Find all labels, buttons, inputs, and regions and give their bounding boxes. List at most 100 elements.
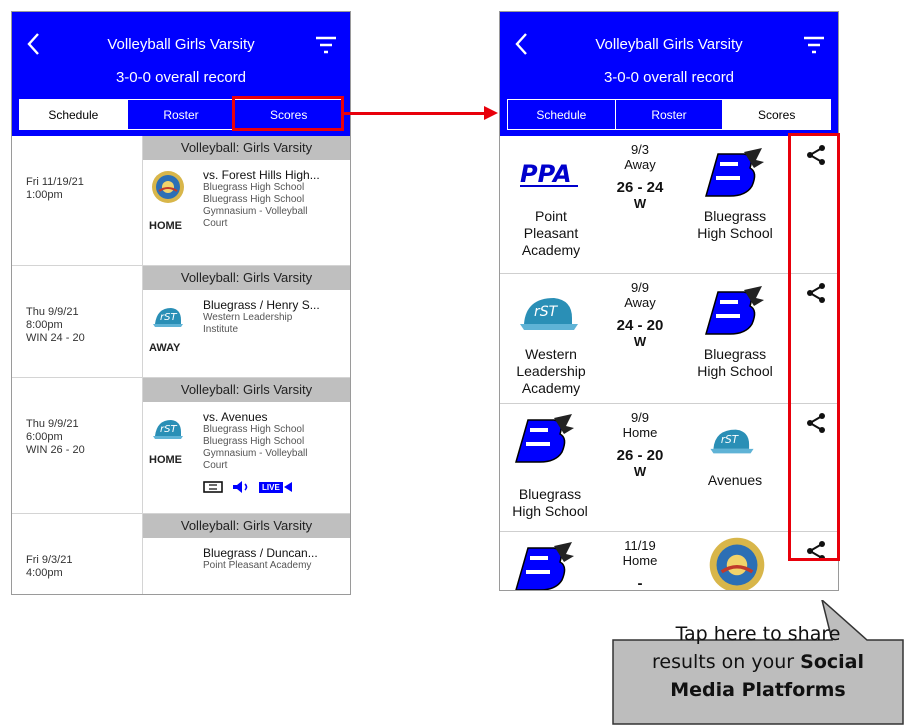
game-info: vs. Forest Hills High... Bluegrass High … — [203, 168, 344, 230]
game-info: Bluegrass / Duncan... Point Pleasant Aca… — [203, 546, 344, 572]
location-line: Bluegrass High School — [203, 182, 305, 193]
rst-cap-logo: rST — [153, 420, 183, 439]
callout-text: Tap here to share results on your Social… — [612, 620, 904, 704]
tab-schedule[interactable]: Schedule — [508, 100, 616, 129]
game-datetime: Fri 11/19/21 1:00pm — [26, 176, 84, 201]
game-outcome: W — [633, 464, 647, 479]
schedule-item[interactable]: Thu 9/9/21 6:00pm WIN 26 - 20 Volleyball… — [12, 378, 350, 514]
game-result: 9/9 Home 26 - 20 W — [600, 410, 680, 479]
location-line: Bluegrass High School — [203, 436, 305, 447]
game-result: 11/19 Home - — [600, 538, 680, 591]
live-badge: LIVE — [259, 481, 283, 493]
game-date: 9/9 — [630, 410, 650, 425]
game-detail: Volleyball: Girls Varsity rST HOME vs. A… — [142, 378, 350, 513]
filter-icon[interactable] — [314, 34, 338, 56]
svg-text:PPA: PPA — [520, 160, 572, 188]
game-detail: Volleyball: Girls Varsity Bluegrass / Du… — [142, 514, 350, 594]
game-venue: Home — [622, 425, 658, 440]
away-team-name: Bluegrass High School — [697, 346, 773, 379]
game-detail: Volleyball: Girls Varsity HOME vs. Fores… — [142, 136, 350, 265]
home-team-name: Point Pleasant Academy — [521, 208, 581, 258]
bluegrass-b-logo — [705, 148, 764, 197]
game-venue: Away — [624, 295, 656, 310]
sport-band: Volleyball: Girls Varsity — [143, 514, 350, 538]
game-info: Bluegrass / Henry S... Western Leadershi… — [203, 298, 344, 336]
ppa-logo: PPA — [520, 160, 578, 188]
tab-scores[interactable]: Scores — [723, 100, 831, 129]
team-title: Volleyball Girls Varsity — [107, 36, 255, 53]
arrow-line — [344, 112, 484, 115]
overall-record: 3-0-0 overall record — [603, 69, 735, 86]
away-team-name: Bluegrass High School — [697, 208, 773, 241]
game-outcome: W — [633, 334, 647, 349]
rst-cap-logo: rST — [710, 429, 754, 454]
share-buttons-highlight — [788, 133, 840, 561]
tab-roster[interactable]: Roster — [127, 100, 236, 129]
forest-hills-seal-logo — [152, 171, 184, 203]
opponent-name: Bluegrass / Duncan... — [203, 546, 318, 560]
opponent-name: Bluegrass / Henry S... — [203, 298, 320, 312]
home-away-label: AWAY — [149, 342, 181, 354]
scores-tab-highlight — [232, 96, 344, 131]
game-info: vs. Avenues Bluegrass High School Bluegr… — [203, 410, 344, 472]
sport-band: Volleyball: Girls Varsity — [143, 378, 350, 402]
game-datetime: Fri 9/3/21 4:00pm — [26, 554, 73, 579]
location-line: Gymnasium - Volleyball — [203, 448, 308, 459]
svg-text:rST: rST — [721, 434, 740, 446]
callout-line: Tap here to share — [675, 623, 841, 645]
home-away-label: HOME — [149, 220, 182, 232]
game-score: - — [637, 575, 643, 591]
tab-roster[interactable]: Roster — [615, 100, 724, 129]
team-title: Volleyball Girls Varsity — [595, 36, 743, 53]
location-line: Western Leadership — [203, 312, 293, 323]
schedule-list[interactable]: Fri 11/19/21 1:00pm Volleyball: Girls Va… — [12, 136, 350, 594]
home-team-name: Western Leadership Academy — [516, 346, 586, 396]
forest-hills-seal-logo — [709, 537, 765, 590]
rst-cap-logo: rST — [520, 298, 578, 330]
location-line: Bluegrass High School — [203, 194, 305, 205]
schedule-item[interactable]: Thu 9/9/21 8:00pm WIN 24 - 20 Volleyball… — [12, 266, 350, 378]
location-line: Gymnasium - Volleyball — [203, 206, 308, 217]
home-team-name: Bluegrass High School — [512, 486, 588, 519]
svg-text:rST: rST — [160, 312, 177, 323]
bluegrass-b-logo — [705, 286, 764, 335]
sport-band: Volleyball: Girls Varsity — [143, 266, 350, 290]
game-score: 26 - 24 — [616, 179, 664, 196]
sport-band: Volleyball: Girls Varsity — [143, 136, 350, 160]
game-venue: Away — [624, 157, 656, 172]
svg-text:rST: rST — [160, 424, 177, 435]
tab-schedule[interactable]: Schedule — [20, 100, 128, 129]
bluegrass-b-logo — [515, 542, 574, 590]
game-detail: Volleyball: Girls Varsity rST AWAY Blueg… — [142, 266, 350, 377]
game-score: 24 - 20 — [616, 317, 664, 334]
ticket-icon[interactable] — [203, 480, 223, 494]
audio-icon[interactable] — [231, 480, 251, 494]
game-result: 9/3 Away 26 - 24 W — [600, 142, 680, 211]
filter-icon[interactable] — [802, 34, 826, 56]
overall-record: 3-0-0 overall record — [115, 69, 247, 86]
game-venue: Home — [622, 553, 658, 568]
location-line: Bluegrass High School — [203, 424, 305, 435]
schedule-item[interactable]: Fri 9/3/21 4:00pm Volleyball: Girls Vars… — [12, 514, 350, 594]
away-team-name: Avenues — [707, 472, 763, 488]
game-datetime: Thu 9/9/21 6:00pm WIN 26 - 20 — [26, 418, 85, 456]
game-outcome: W — [633, 196, 647, 211]
opponent-name: vs. Forest Hills High... — [203, 168, 320, 182]
location-line: Point Pleasant Academy — [203, 560, 312, 571]
tutorial-stage: Volleyball Girls Varsity 3-0-0 overall r… — [0, 0, 904, 725]
arrow-head-icon — [484, 106, 498, 120]
rst-cap-logo: rST — [153, 308, 183, 327]
home-away-label: HOME — [149, 454, 182, 466]
media-links: LIVE — [203, 480, 292, 494]
game-score: 26 - 20 — [616, 447, 664, 464]
bluegrass-b-logo — [515, 414, 574, 463]
schedule-item[interactable]: Fri 11/19/21 1:00pm Volleyball: Girls Va… — [12, 136, 350, 266]
game-datetime: Thu 9/9/21 8:00pm WIN 24 - 20 — [26, 306, 85, 344]
callout-line: Media Platforms — [670, 679, 846, 701]
game-date: 9/3 — [630, 142, 650, 157]
game-result: 9/9 Away 24 - 20 W — [600, 280, 680, 349]
tab-bar: Schedule Roster Scores — [507, 99, 831, 130]
svg-text:rST: rST — [534, 304, 559, 320]
live-video-icon[interactable]: LIVE — [259, 481, 292, 493]
app-header: Volleyball Girls Varsity 3-0-0 overall r… — [500, 12, 838, 136]
